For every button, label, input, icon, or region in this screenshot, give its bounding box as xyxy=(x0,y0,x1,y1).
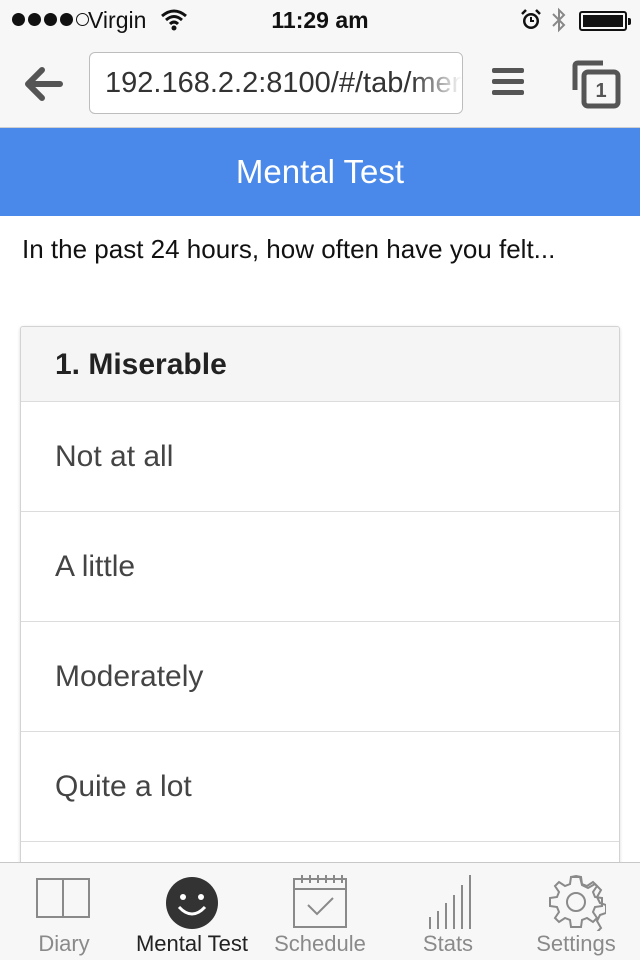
tab-mental-test[interactable]: Mental Test xyxy=(128,863,256,960)
book-icon xyxy=(36,878,90,918)
alarm-icon xyxy=(521,9,541,29)
url-text: 192.168.2.2:8100/#/tab/mental xyxy=(105,67,463,99)
tab-bar: Diary Mental Test Schedule Stats Setting… xyxy=(0,862,640,960)
option-moderately[interactable]: Moderately xyxy=(21,622,619,732)
tab-mental-test-label: Mental Test xyxy=(135,931,249,956)
browser-toolbar: 192.168.2.2:8100/#/tab/mental 1 xyxy=(0,40,640,128)
tab-count: 1 xyxy=(595,80,606,102)
tab-settings[interactable]: Settings xyxy=(512,863,640,960)
gear-icon xyxy=(549,874,606,931)
tab-schedule[interactable]: Schedule xyxy=(256,863,384,960)
tab-stats-label: Stats xyxy=(422,931,474,956)
option-not-at-all[interactable]: Not at all xyxy=(21,402,619,512)
calendar-icon xyxy=(293,875,347,928)
smiley-icon xyxy=(166,877,218,929)
option-quite-a-lot[interactable]: Quite a lot xyxy=(21,732,619,842)
tab-diary-label: Diary xyxy=(38,931,90,956)
question-title: 1. Miserable xyxy=(21,327,619,402)
tab-diary[interactable]: Diary xyxy=(0,863,128,960)
clock: 11:29 am xyxy=(271,7,369,33)
option-a-little[interactable]: A little xyxy=(21,512,619,622)
bluetooth-icon xyxy=(552,7,566,33)
url-field[interactable]: 192.168.2.2:8100/#/tab/mental xyxy=(89,52,463,114)
status-bar: Virgin 11:29 am xyxy=(0,0,640,40)
bar-chart-icon xyxy=(429,875,471,929)
question-card: 1. Miserable Not at all A little Moderat… xyxy=(20,326,620,886)
menu-button[interactable] xyxy=(492,68,524,100)
question-prompt: In the past 24 hours, how often have you… xyxy=(22,234,556,264)
tab-stats[interactable]: Stats xyxy=(384,863,512,960)
tab-settings-label: Settings xyxy=(536,931,616,956)
page-title: Mental Test xyxy=(0,128,640,216)
tab-schedule-label: Schedule xyxy=(274,931,366,956)
tabs-icon[interactable]: 1 xyxy=(571,60,621,110)
battery-icon xyxy=(579,11,631,31)
back-arrow-icon[interactable] xyxy=(22,64,66,104)
